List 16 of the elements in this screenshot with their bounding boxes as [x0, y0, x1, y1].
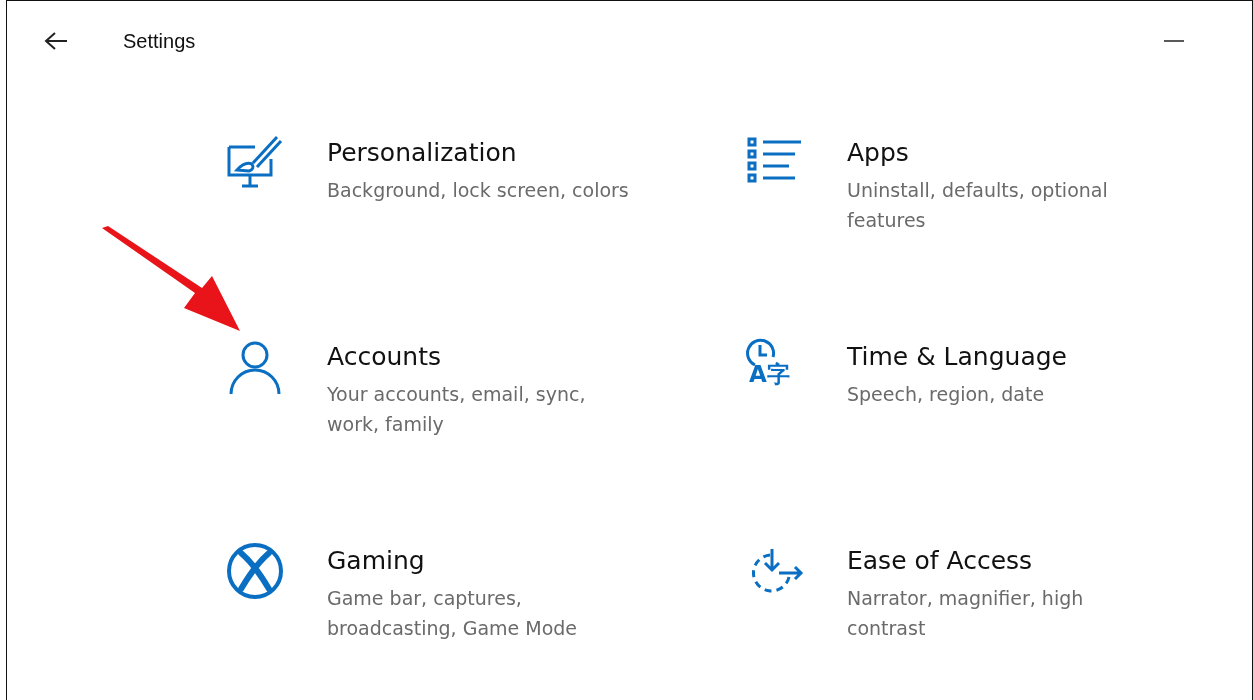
window-title: Settings — [123, 29, 196, 53]
circle-x-icon — [225, 541, 285, 601]
back-arrow-icon — [43, 31, 69, 51]
category-description: Your accounts, email, sync, work, family — [327, 382, 587, 437]
minimize-icon — [1164, 39, 1184, 43]
category-link[interactable]: Personalization — [327, 137, 517, 169]
category-link[interactable]: Accounts — [327, 341, 441, 373]
category-description: Speech, region, date — [847, 382, 1045, 407]
category-description: Narrator, magnifier, high contrast — [847, 586, 1085, 641]
category-description: Background, lock screen, colors — [327, 178, 629, 203]
category-link[interactable]: Ease of Access — [847, 545, 1033, 577]
category-link[interactable]: Gaming — [327, 545, 425, 577]
category-description: Uninstall, defaults, optional features — [847, 178, 1109, 233]
category-link[interactable]: Apps — [847, 137, 909, 169]
category-link[interactable]: Time & Language — [847, 341, 1067, 373]
category-description: Game bar, captures, broadcasting, Game Mode — [327, 586, 579, 641]
